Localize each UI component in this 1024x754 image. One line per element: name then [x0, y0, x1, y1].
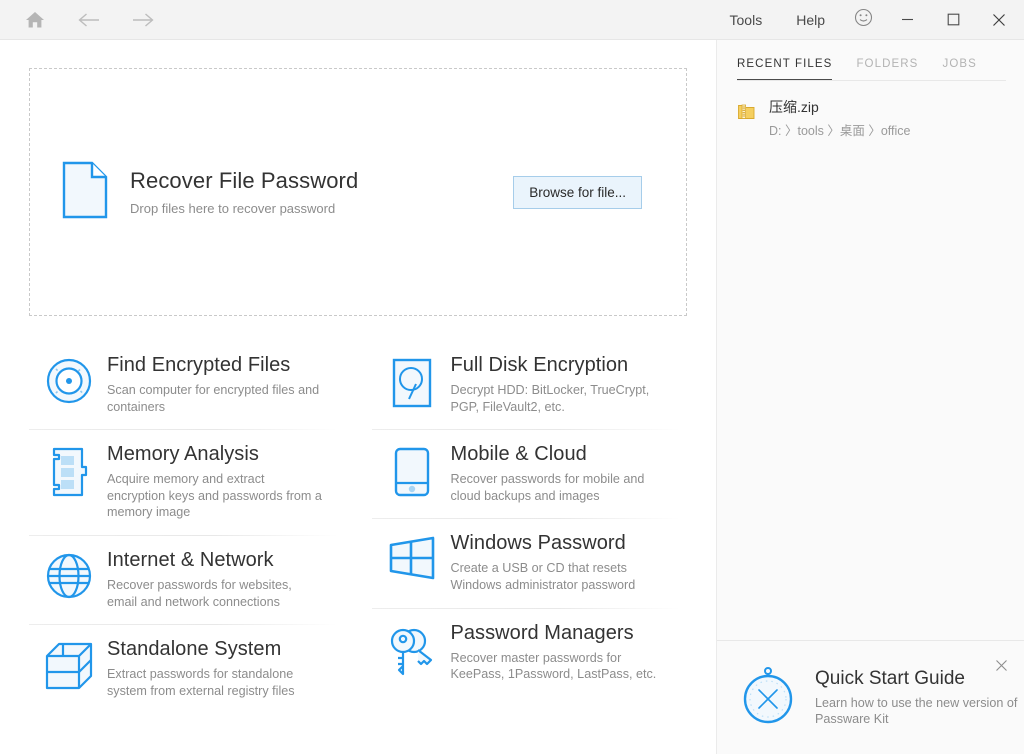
tab-recent-files[interactable]: RECENT FILES [737, 58, 833, 81]
windows-logo-icon [386, 532, 438, 580]
tile-body: Internet & Network Recover passwords for… [95, 549, 322, 610]
title-bar: Tools Help [0, 0, 1024, 40]
menu-tools[interactable]: Tools [713, 0, 780, 40]
minimize-icon [901, 18, 913, 21]
tile-title: Standalone System [107, 638, 282, 661]
menu-help[interactable]: Help [779, 0, 842, 40]
feedback-button[interactable] [842, 0, 884, 40]
tile-description: Scan computer for encrypted files and co… [107, 383, 320, 414]
tile-description: Recover passwords for websites, email an… [107, 578, 292, 609]
tile-body: Mobile & Cloud Recover passwords for mob… [438, 443, 665, 504]
file-document-icon [62, 161, 108, 224]
back-button[interactable] [72, 5, 106, 35]
minimize-button[interactable] [884, 0, 930, 40]
arrow-left-icon [77, 11, 101, 29]
smiley-face-icon [854, 8, 873, 32]
tile-body: Memory Analysis Acquire memory and extra… [95, 443, 322, 521]
tile-title: Internet & Network [107, 549, 274, 572]
close-button[interactable] [976, 0, 1022, 40]
recent-files-list: 压缩.zip D: 〉tools 〉桌面 〉office [717, 81, 1024, 145]
tile-full-disk-encryption[interactable]: Full Disk Encryption Decrypt HDD: BitLoc… [372, 340, 687, 429]
arrow-right-icon [131, 11, 155, 29]
home-button[interactable] [18, 5, 52, 35]
tile-description: Acquire memory and extract encryption ke… [107, 472, 322, 520]
menu-group: Tools Help [713, 0, 1024, 40]
quick-start-banner[interactable]: Quick Start Guide Learn how to use the n… [717, 640, 1024, 754]
list-item[interactable]: 压缩.zip D: 〉tools 〉桌面 〉office [717, 93, 1024, 145]
compass-icon [737, 664, 799, 731]
drop-zone-inner: Recover File Password Drop files here to… [30, 69, 686, 315]
memory-stick-icon [43, 443, 95, 497]
tile-mobile-cloud[interactable]: Mobile & Cloud Recover passwords for mob… [372, 429, 687, 518]
panel-tabs: RECENT FILES FOLDERS JOBS [717, 40, 1024, 81]
quick-start-subtitle: Learn how to use the new version of Pass… [815, 695, 1018, 726]
mobile-phone-icon [386, 443, 438, 497]
tab-folders[interactable]: FOLDERS [856, 58, 918, 81]
tile-title: Find Encrypted Files [107, 354, 291, 376]
tile-description: Recover passwords for mobile and cloud b… [450, 472, 645, 503]
navigation-group [0, 5, 160, 35]
close-icon [995, 659, 1007, 671]
tile-title: Mobile & Cloud [450, 443, 587, 466]
tile-body: Windows Password Create a USB or CD that… [438, 532, 665, 593]
tabs-underline [737, 80, 1006, 81]
tile-body: Find Encrypted Files Scan computer for e… [95, 354, 322, 415]
drop-zone[interactable]: Recover File Password Drop files here to… [29, 68, 687, 316]
file-name: 压缩.zip [769, 99, 819, 115]
tile-title: Memory Analysis [107, 443, 259, 466]
tile-title: Full Disk Encryption [450, 354, 629, 376]
tile-standalone-system[interactable]: Standalone System Extract passwords for … [29, 624, 344, 713]
feature-column-right: Full Disk Encryption Decrypt HDD: BitLoc… [372, 340, 687, 754]
cube-blocks-icon [43, 638, 95, 690]
quick-start-text: Quick Start Guide Learn how to use the n… [799, 668, 1024, 728]
tile-windows-password[interactable]: Windows Password Create a USB or CD that… [372, 518, 687, 607]
file-meta: 压缩.zip D: 〉tools 〉桌面 〉office [759, 99, 910, 139]
column-divider [357, 356, 359, 736]
tile-body: Full Disk Encryption Decrypt HDD: BitLoc… [438, 354, 665, 415]
forward-button[interactable] [126, 5, 160, 35]
close-icon [993, 13, 1005, 26]
feature-grid: Find Encrypted Files Scan computer for e… [29, 340, 687, 754]
drop-zone-title: Recover File Password [130, 168, 359, 194]
browse-for-file-button[interactable]: Browse for file... [513, 175, 642, 209]
zip-archive-icon [737, 99, 759, 126]
tab-jobs[interactable]: JOBS [942, 58, 976, 81]
feature-column-left: Find Encrypted Files Scan computer for e… [29, 340, 344, 754]
tile-description: Extract passwords for standalone system … [107, 667, 295, 698]
tile-body: Password Managers Recover master passwor… [438, 622, 665, 683]
maximize-button[interactable] [930, 0, 976, 40]
home-icon [25, 10, 45, 29]
tile-memory-analysis[interactable]: Memory Analysis Acquire memory and extra… [29, 429, 344, 535]
keys-icon [386, 622, 438, 678]
tile-description: Recover master passwords for KeePass, 1P… [450, 650, 657, 682]
radar-scan-icon [43, 354, 95, 404]
tile-find-encrypted-files[interactable]: Find Encrypted Files Scan computer for e… [29, 340, 344, 429]
tile-description: Create a USB or CD that resets Windows a… [450, 561, 636, 593]
quick-start-close-button[interactable] [991, 655, 1011, 675]
tile-description: Decrypt HDD: BitLocker, TrueCrypt, PGP, … [450, 383, 650, 414]
right-panel: RECENT FILES FOLDERS JOBS 压缩.zip D: 〉too… [716, 40, 1024, 754]
drop-zone-subtitle: Drop files here to recover password [130, 200, 336, 216]
maximize-icon [947, 13, 959, 26]
hard-disk-icon [386, 354, 438, 408]
tile-title: Password Managers [450, 621, 634, 644]
globe-network-icon [43, 549, 95, 599]
tile-internet-network[interactable]: Internet & Network Recover passwords for… [29, 535, 344, 624]
tile-password-managers[interactable]: Password Managers Recover master passwor… [372, 607, 687, 697]
main-content: Recover File Password Drop files here to… [0, 40, 716, 754]
tile-body: Standalone System Extract passwords for … [95, 638, 322, 699]
file-path: D: 〉tools 〉桌面 〉office [769, 123, 911, 138]
drop-zone-text: Recover File Password Drop files here to… [130, 168, 513, 215]
tile-title: Windows Password [450, 532, 626, 555]
